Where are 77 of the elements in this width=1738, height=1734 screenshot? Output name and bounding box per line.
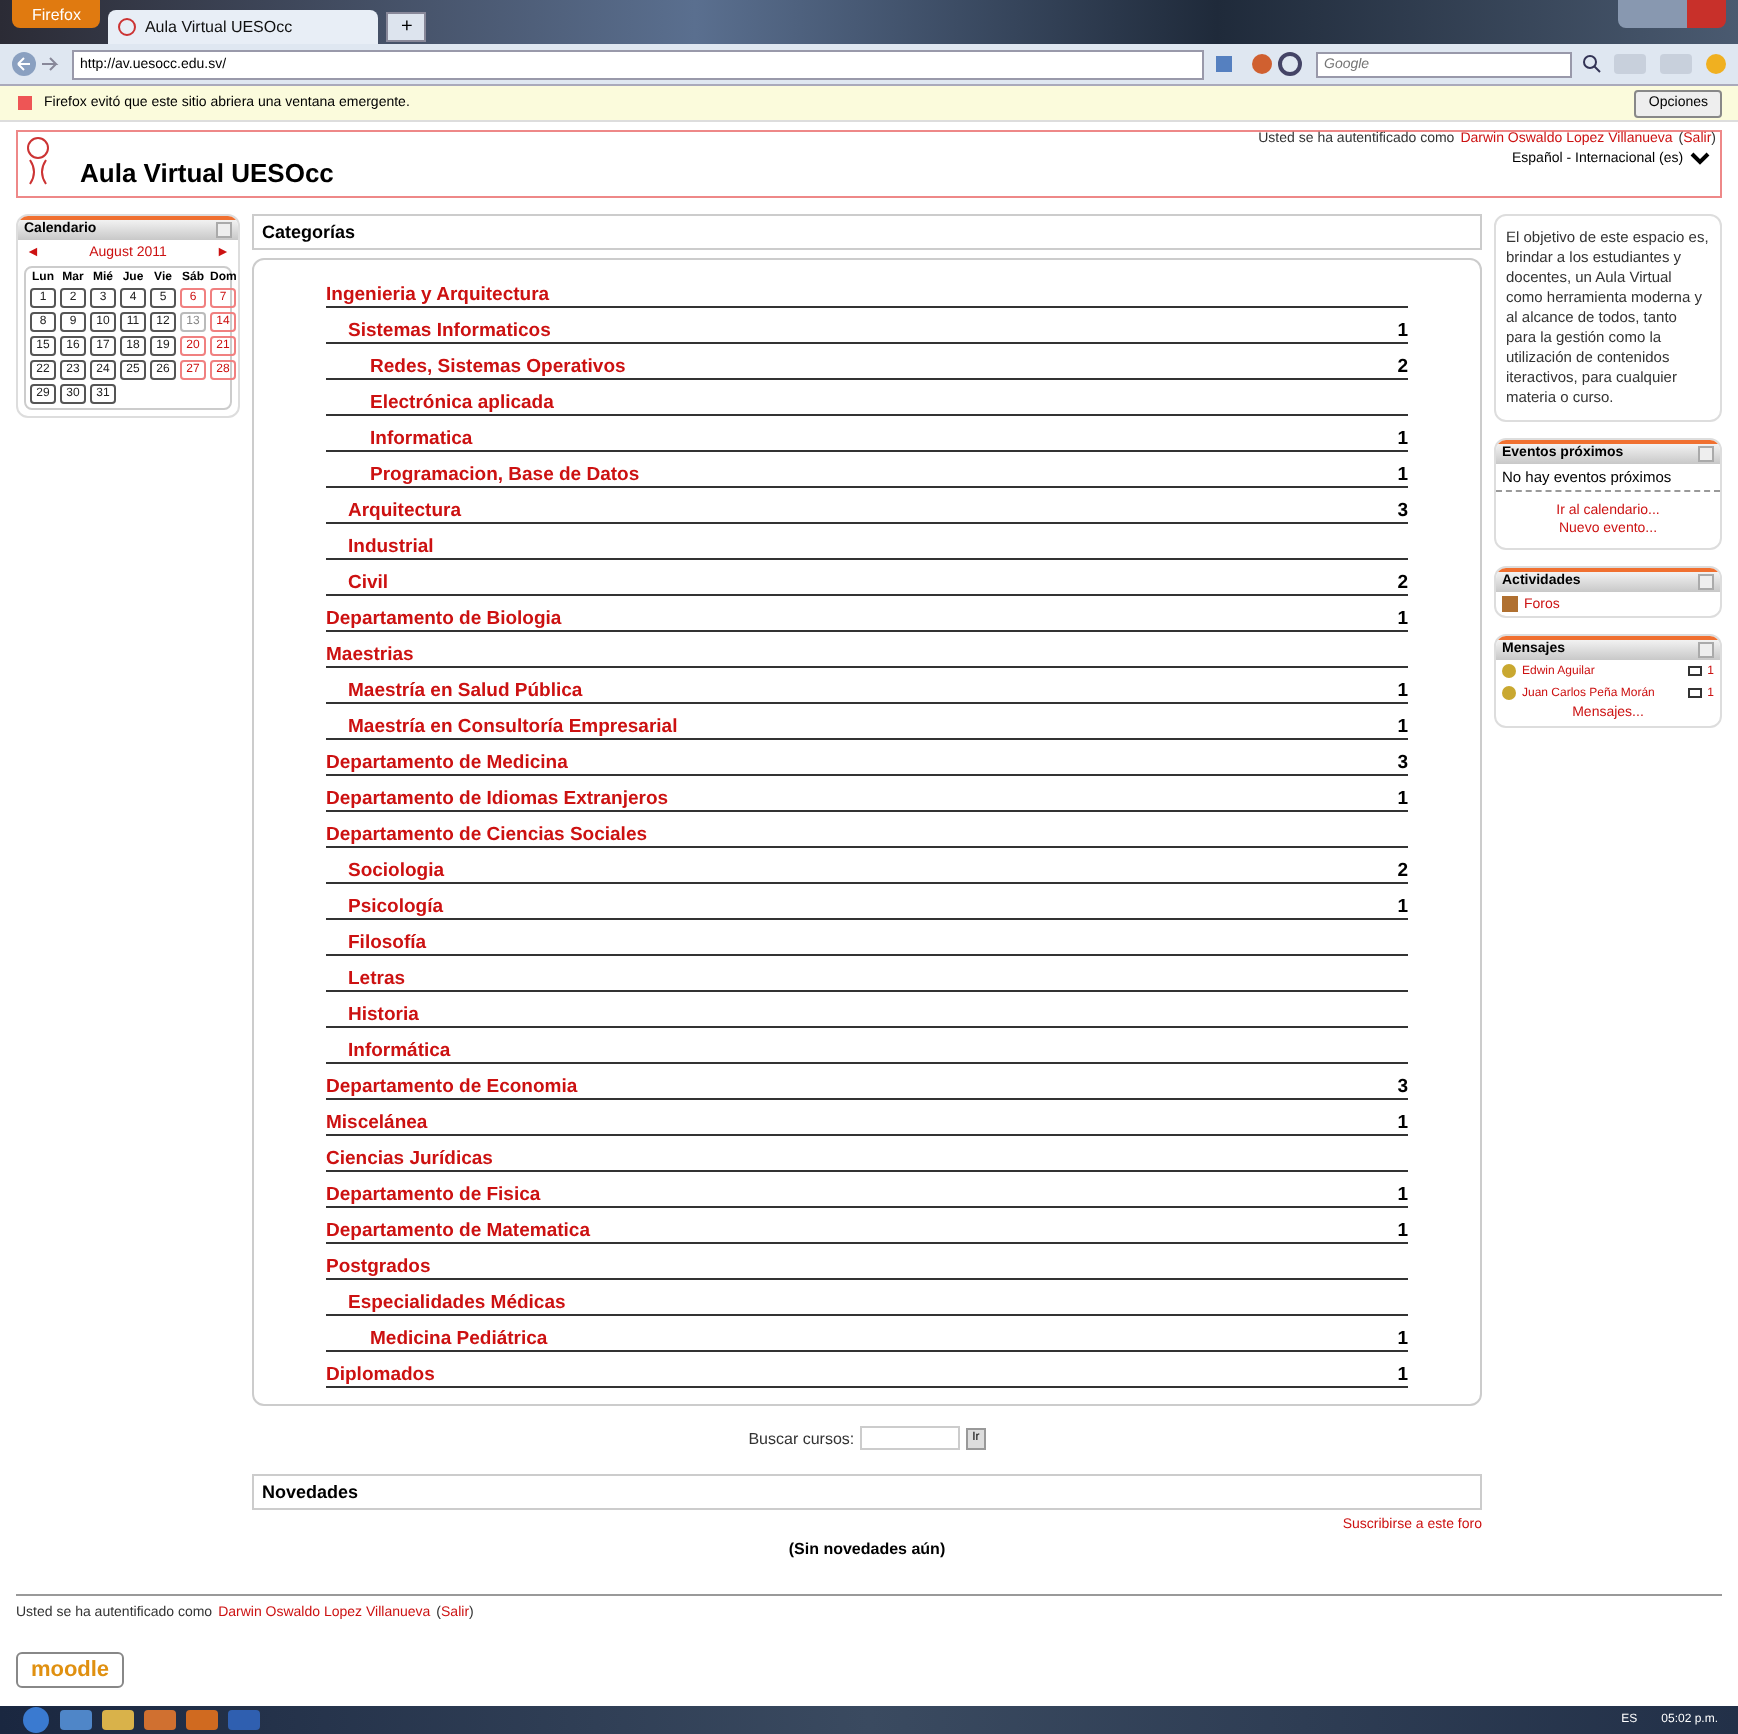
category-link[interactable]: Departamento de Idiomas Extranjeros bbox=[326, 788, 669, 810]
category-link[interactable]: Diplomados bbox=[326, 1364, 435, 1386]
browser-tab[interactable]: Aula Virtual UESOcc bbox=[108, 10, 379, 44]
folder-icon[interactable] bbox=[100, 1708, 136, 1732]
section-title: Categorías bbox=[262, 222, 356, 242]
window-controls[interactable] bbox=[1618, 0, 1726, 28]
category-link[interactable]: Psicología bbox=[348, 896, 444, 918]
category-link[interactable]: Historia bbox=[348, 1004, 419, 1026]
popup-blocked-icon bbox=[16, 94, 34, 112]
category-link[interactable]: Miscelánea bbox=[326, 1112, 428, 1134]
category-link[interactable]: Sistemas Informaticos bbox=[348, 320, 551, 342]
course-count: 2 bbox=[1397, 356, 1408, 378]
course-count: 1 bbox=[1397, 1220, 1408, 1242]
category-link[interactable]: Letras bbox=[348, 968, 406, 990]
firefox-icon[interactable] bbox=[184, 1708, 220, 1732]
course-count: 2 bbox=[1397, 572, 1408, 594]
category-link[interactable]: Maestría en Consultoría Empresarial bbox=[348, 716, 678, 738]
category-link[interactable]: Sociologia bbox=[348, 860, 445, 882]
course-count: 1 bbox=[1397, 1328, 1408, 1350]
toolbar-icons[interactable] bbox=[1214, 52, 1306, 76]
site-title: Aula Virtual UESOcc bbox=[80, 158, 334, 188]
category-link[interactable]: Electrónica aplicada bbox=[370, 392, 554, 414]
category-link[interactable]: Programacion, Base de Datos bbox=[370, 464, 640, 486]
course-count: 3 bbox=[1397, 1076, 1408, 1098]
category-link[interactable]: Departamento de Fisica bbox=[326, 1184, 541, 1206]
back-forward-icon[interactable] bbox=[10, 50, 62, 78]
course-search-field[interactable] bbox=[860, 1426, 961, 1450]
new-tab-button[interactable]: + bbox=[386, 12, 427, 42]
collapse-icon[interactable] bbox=[1698, 446, 1714, 462]
course-count: 2 bbox=[1397, 860, 1408, 882]
browser-icon[interactable] bbox=[58, 1708, 94, 1732]
search-label: Buscar cursos: bbox=[748, 1429, 855, 1447]
collapse-icon[interactable] bbox=[216, 222, 232, 238]
media-player-icon[interactable] bbox=[142, 1708, 178, 1732]
category-link[interactable]: Arquitectura bbox=[348, 500, 461, 522]
category-link[interactable]: Filosofía bbox=[348, 932, 427, 954]
course-count: 1 bbox=[1397, 716, 1408, 738]
category-link[interactable]: Informática bbox=[348, 1040, 451, 1062]
course-count: 1 bbox=[1397, 428, 1408, 450]
category-link[interactable]: Departamento de Biologia bbox=[326, 608, 562, 630]
course-count: 1 bbox=[1397, 464, 1408, 486]
course-count: 1 bbox=[1397, 680, 1408, 702]
course-count: 1 bbox=[1397, 1184, 1408, 1206]
category-link[interactable]: Postgrados bbox=[326, 1256, 431, 1278]
course-count: 3 bbox=[1397, 752, 1408, 774]
category-link[interactable]: Ciencias Jurídicas bbox=[326, 1148, 493, 1170]
empty-news-text: (Sin novedades aún) bbox=[786, 1540, 948, 1558]
tab-title: Aula Virtual UESOcc bbox=[144, 18, 293, 36]
course-count: 1 bbox=[1397, 1112, 1408, 1134]
category-link[interactable]: Ingenieria y Arquitectura bbox=[326, 284, 550, 306]
search-icon[interactable] bbox=[1582, 54, 1602, 74]
course-count: 1 bbox=[1397, 608, 1408, 630]
category-link[interactable]: Departamento de Economia bbox=[326, 1076, 578, 1098]
category-link[interactable]: Maestrias bbox=[326, 644, 414, 666]
course-count: 1 bbox=[1397, 1364, 1408, 1386]
collapse-icon[interactable] bbox=[1698, 642, 1714, 658]
category-link[interactable]: Industrial bbox=[348, 536, 434, 558]
category-link[interactable]: Medicina Pediátrica bbox=[370, 1328, 548, 1350]
course-count: 1 bbox=[1397, 788, 1408, 810]
category-link[interactable]: Informatica bbox=[370, 428, 473, 450]
course-count: 1 bbox=[1397, 896, 1408, 918]
forum-icon bbox=[1502, 596, 1518, 612]
start-button-icon[interactable] bbox=[20, 1706, 52, 1734]
category-link[interactable]: Civil bbox=[348, 572, 389, 594]
word-icon[interactable] bbox=[226, 1708, 262, 1732]
site-icon bbox=[118, 18, 137, 36]
category-link[interactable]: Especialidades Médicas bbox=[348, 1292, 566, 1314]
category-link[interactable]: Departamento de Matematica bbox=[326, 1220, 590, 1242]
category-link[interactable]: Departamento de Ciencias Sociales bbox=[326, 824, 648, 846]
category-link[interactable]: Departamento de Medicina bbox=[326, 752, 568, 774]
category-link[interactable]: Maestría en Salud Pública bbox=[348, 680, 583, 702]
section-title: Novedades bbox=[262, 1482, 359, 1502]
category-link[interactable]: Redes, Sistemas Operativos bbox=[370, 356, 626, 378]
course-count: 3 bbox=[1397, 500, 1408, 522]
collapse-icon[interactable] bbox=[1698, 574, 1714, 590]
course-count: 1 bbox=[1397, 320, 1408, 342]
firefox-menu-button[interactable]: Firefox bbox=[12, 0, 101, 28]
